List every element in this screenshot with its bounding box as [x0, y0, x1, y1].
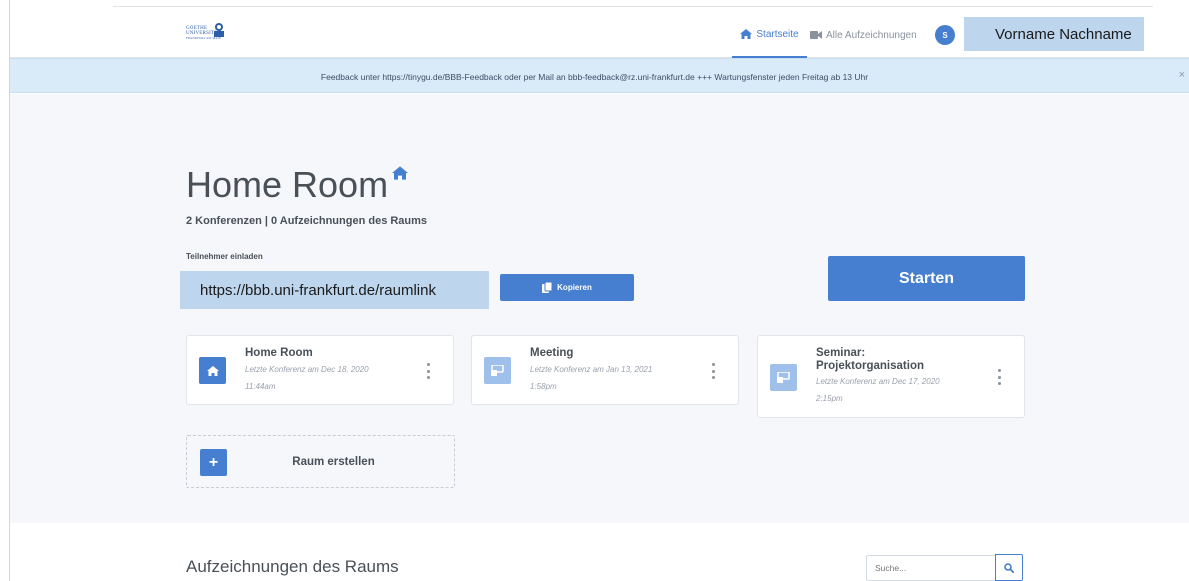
nav-startseite[interactable]: Startseite [732, 12, 807, 58]
room-card-last-conference: Letzte Konferenz am Dec 17, 2020 [816, 377, 940, 386]
start-button[interactable]: Starten [828, 256, 1025, 301]
home-icon [206, 365, 219, 376]
room-main: Home Room 2 Konferenzen | 0 Aufzeichnung… [10, 94, 1189, 523]
room-card-seminar[interactable]: Seminar: Projektorganisation Letzte Konf… [757, 335, 1025, 418]
room-card-time: 1:58pm [530, 382, 557, 391]
avatar[interactable]: S [935, 25, 955, 45]
room-card-name-line-1: Seminar: [816, 347, 866, 359]
room-card-time: 11:44am [245, 382, 276, 391]
search-icon [1004, 562, 1014, 573]
presentation-icon [777, 372, 790, 383]
room-title: Home Room [186, 164, 409, 206]
room-card-icon [199, 357, 226, 384]
room-card-icon [484, 357, 511, 384]
home-icon [392, 166, 409, 180]
nav-alle-aufzeichnungen[interactable]: Alle Aufzeichnungen [810, 12, 917, 58]
copy-button[interactable]: Kopieren [500, 274, 634, 301]
invite-label: Teilnehmer einladen [186, 252, 263, 261]
copy-button-label: Kopieren [557, 283, 592, 292]
university-logo[interactable]: GOETHE UNIVERSITÄT FRANKFURT AM MAIN [186, 22, 234, 44]
university-logo-icon [214, 23, 224, 37]
room-card-last-conference: Letzte Konferenz am Dec 18, 2020 [245, 365, 369, 374]
room-card-name-line-2: Projektorganisation [816, 360, 924, 372]
room-card-time: 2:15pm [816, 394, 843, 403]
invite-link-field[interactable]: https://bbb.uni-frankfurt.de/raumlink [180, 271, 489, 309]
username[interactable]: Vorname Nachname [964, 17, 1144, 51]
more-options-icon[interactable] [710, 363, 716, 379]
more-options-icon[interactable] [996, 369, 1002, 385]
presentation-icon [491, 365, 504, 376]
room-card-home-room[interactable]: Home Room Letzte Konferenz am Dec 18, 20… [186, 335, 454, 405]
feedback-banner: Feedback unter https://tinygu.de/BBB-Fee… [10, 58, 1189, 93]
recordings-title: Aufzeichnungen des Raums [186, 557, 399, 576]
top-divider [113, 6, 1153, 7]
room-card-name: Home Room [245, 347, 313, 359]
create-room-button[interactable]: + Raum erstellen [186, 435, 455, 488]
create-room-label: Raum erstellen [292, 455, 375, 468]
page: GOETHE UNIVERSITÄT FRANKFURT AM MAIN Sta… [0, 0, 1189, 581]
room-card-icon [770, 364, 797, 391]
nav-alle-aufzeichnungen-label: Alle Aufzeichnungen [826, 29, 917, 41]
room-card-last-conference: Letzte Konferenz am Jan 13, 2021 [530, 365, 653, 374]
video-icon [810, 31, 822, 39]
room-title-text: Home Room [186, 164, 389, 205]
room-card-name: Seminar: Projektorganisation [816, 347, 924, 373]
banner-text: Feedback unter https://tinygu.de/BBB-Fee… [320, 71, 869, 82]
more-options-icon[interactable] [425, 363, 431, 379]
room-subtitle: 2 Konferenzen | 0 Aufzeichnungen des Rau… [186, 215, 428, 227]
room-card-meeting[interactable]: Meeting Letzte Konferenz am Jan 13, 2021… [471, 335, 739, 405]
copy-icon [542, 282, 553, 293]
room-card-name: Meeting [530, 347, 574, 359]
home-icon [740, 29, 753, 39]
banner-close-icon[interactable]: × [1179, 69, 1185, 81]
header: GOETHE UNIVERSITÄT FRANKFURT AM MAIN Sta… [10, 12, 1189, 58]
nav-startseite-label: Startseite [756, 28, 799, 40]
search-input[interactable] [866, 555, 996, 581]
search-button[interactable] [995, 554, 1023, 581]
